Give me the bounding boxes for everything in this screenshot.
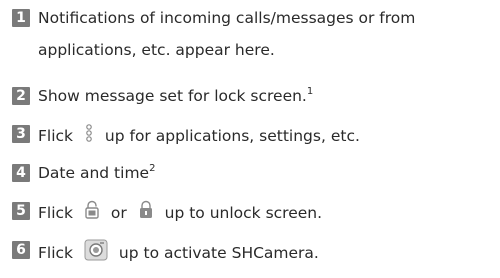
item-text: Flick or up to unlock screen. bbox=[38, 200, 323, 226]
footnote-marker: 1 bbox=[306, 85, 314, 97]
item-text-line2: applications, etc. appear here. bbox=[38, 41, 275, 59]
item-text-after: up for applications, settings, etc. bbox=[104, 127, 360, 145]
legend-item-1: 1 Notifications of incoming calls/messag… bbox=[12, 8, 492, 60]
legend-item-3: 3 Flick up for applications, settings, e… bbox=[12, 124, 492, 146]
camera-icon bbox=[84, 239, 108, 266]
item-text-after: up to activate SHCamera. bbox=[118, 244, 319, 262]
item-text: Date and time2 bbox=[38, 163, 155, 183]
item-number-badge: 5 bbox=[12, 202, 30, 220]
legend-item-2: 2 Show message set for lock screen.1 bbox=[12, 86, 492, 108]
legend-item-4: 4 Date and time2 bbox=[12, 163, 492, 185]
item-number-badge: 6 bbox=[12, 241, 30, 259]
item-text-before: Flick bbox=[38, 127, 74, 145]
footnote-marker: 2 bbox=[149, 162, 156, 174]
lock-open-icon bbox=[84, 200, 100, 225]
item-text-before: Flick bbox=[38, 204, 74, 222]
item-text-body: Show message set for lock screen. bbox=[38, 87, 307, 105]
item-number-badge: 4 bbox=[12, 164, 30, 182]
item-text: Show message set for lock screen.1 bbox=[38, 86, 313, 106]
item-number-badge: 2 bbox=[12, 87, 30, 105]
legend-item-5: 5 Flick or up to unlock screen. bbox=[12, 200, 492, 226]
item-text: Flick up to activate SHCamera. bbox=[38, 239, 319, 267]
item-text-middle: or bbox=[110, 204, 127, 222]
legend-item-6: 6 Flick up to activate SHCamera. bbox=[12, 239, 492, 262]
item-text-after: up to unlock screen. bbox=[164, 204, 323, 222]
callout-legend: 1 Notifications of incoming calls/messag… bbox=[0, 0, 500, 278]
item-number-badge: 3 bbox=[12, 125, 30, 143]
item-text: Flick up for applications, settings, etc… bbox=[38, 124, 360, 149]
item-number-badge: 1 bbox=[12, 9, 30, 27]
lock-closed-icon bbox=[138, 200, 154, 225]
item-text-line1: Notifications of incoming calls/messages… bbox=[38, 9, 416, 27]
item-text-body: Date and time bbox=[38, 164, 150, 182]
dots-vertical-icon bbox=[84, 123, 94, 148]
item-text-before: Flick bbox=[38, 244, 74, 262]
